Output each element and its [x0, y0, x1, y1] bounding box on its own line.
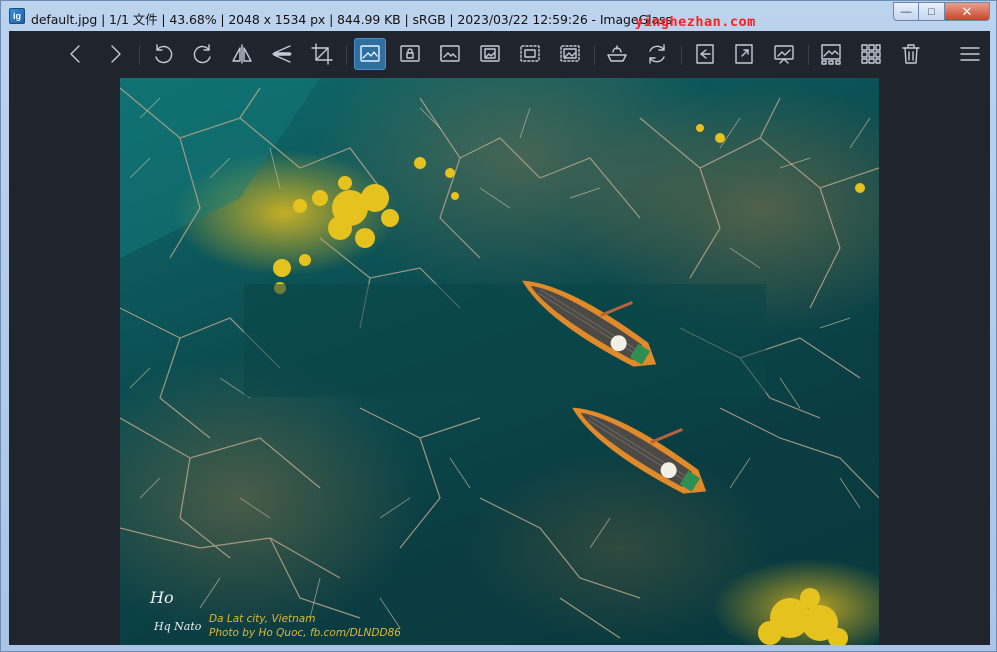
scale-to-fit-icon — [520, 45, 540, 62]
gallery-button[interactable] — [689, 38, 721, 70]
scale-to-fit-button[interactable] — [514, 38, 546, 70]
photographer-signature-name: Hq Nato — [154, 620, 202, 633]
delete-icon — [902, 44, 920, 64]
scale-to-width-button[interactable] — [434, 38, 466, 70]
scale-to-fill-icon — [560, 45, 580, 62]
toolbar-separator — [346, 45, 347, 65]
checkerboard-icon — [607, 45, 627, 62]
fullscreen-button[interactable] — [728, 38, 760, 70]
auto-zoom-icon — [360, 45, 380, 62]
rotate-left-icon — [155, 44, 173, 64]
flip-vertical-button[interactable] — [266, 38, 298, 70]
gallery-icon — [696, 44, 714, 64]
displayed-photo[interactable]: Ho Hq Nato Da Lat city, Vietnam Photo by… — [120, 78, 879, 645]
scale-to-fill-button[interactable] — [554, 38, 586, 70]
thumbnail-grid-button[interactable] — [855, 38, 887, 70]
close-button[interactable]: ✕ — [945, 2, 990, 21]
lock-zoom-icon — [400, 45, 420, 62]
scale-to-height-button[interactable] — [474, 38, 506, 70]
frameless-icon — [821, 44, 841, 65]
image-viewer[interactable]: Ho Hq Nato Da Lat city, Vietnam Photo by… — [9, 77, 990, 645]
toolbar-separator — [594, 45, 595, 65]
maximize-button[interactable]: □ — [919, 2, 945, 21]
thumbnail-grid-icon — [861, 44, 881, 64]
lock-zoom-button[interactable] — [394, 38, 426, 70]
toolbar-separator — [139, 45, 140, 65]
slideshow-icon — [774, 45, 794, 64]
auto-zoom-button[interactable] — [354, 38, 386, 70]
caption-buttons: — □ ✕ — [893, 2, 990, 21]
toolbar-separator — [681, 45, 682, 65]
scale-to-height-icon — [480, 45, 500, 62]
toolbar-separator — [808, 45, 809, 65]
chevron-left-icon — [70, 45, 80, 63]
app-window: ig default.jpg | 1/1 文件 | 43.68% | 2048 … — [0, 0, 997, 652]
minimize-button[interactable]: — — [893, 2, 919, 21]
slideshow-button[interactable] — [768, 38, 800, 70]
toolbar — [9, 31, 990, 77]
crop-button[interactable] — [306, 38, 338, 70]
imageglass-app-icon[interactable]: ig — [9, 8, 25, 24]
photographer-signature: Ho — [150, 588, 174, 607]
previous-image-button[interactable] — [60, 38, 92, 70]
client-area: Ho Hq Nato Da Lat city, Vietnam Photo by… — [9, 31, 990, 645]
frameless-button[interactable] — [815, 38, 847, 70]
next-image-button[interactable] — [99, 38, 131, 70]
window-title: default.jpg | 1/1 文件 | 43.68% | 2048 x 1… — [31, 12, 672, 27]
menu-icon — [960, 47, 980, 61]
main-menu-button[interactable] — [954, 38, 986, 70]
checkerboard-button[interactable] — [601, 38, 633, 70]
scale-to-width-icon — [440, 45, 460, 62]
rotate-right-button[interactable] — [187, 38, 219, 70]
site-watermark: yinghezhan.com — [635, 14, 756, 30]
flip-horizontal-icon — [232, 44, 252, 64]
title-bar[interactable]: ig default.jpg | 1/1 文件 | 43.68% | 2048 … — [1, 1, 996, 31]
refresh-icon — [649, 44, 665, 64]
chevron-right-icon — [111, 45, 121, 63]
photo-canvas — [120, 78, 879, 645]
rotate-left-button[interactable] — [147, 38, 179, 70]
rotate-right-icon — [193, 44, 211, 64]
photo-location-caption: Da Lat city, Vietnam — [209, 613, 316, 625]
crop-icon — [311, 43, 333, 65]
refresh-button[interactable] — [641, 38, 673, 70]
photo-credit-caption: Photo by Ho Quoc, fb.com/DLNDD86 — [209, 627, 401, 639]
flip-horizontal-button[interactable] — [226, 38, 258, 70]
delete-button[interactable] — [895, 38, 927, 70]
flip-vertical-icon — [272, 45, 292, 63]
fullscreen-icon — [735, 44, 753, 64]
